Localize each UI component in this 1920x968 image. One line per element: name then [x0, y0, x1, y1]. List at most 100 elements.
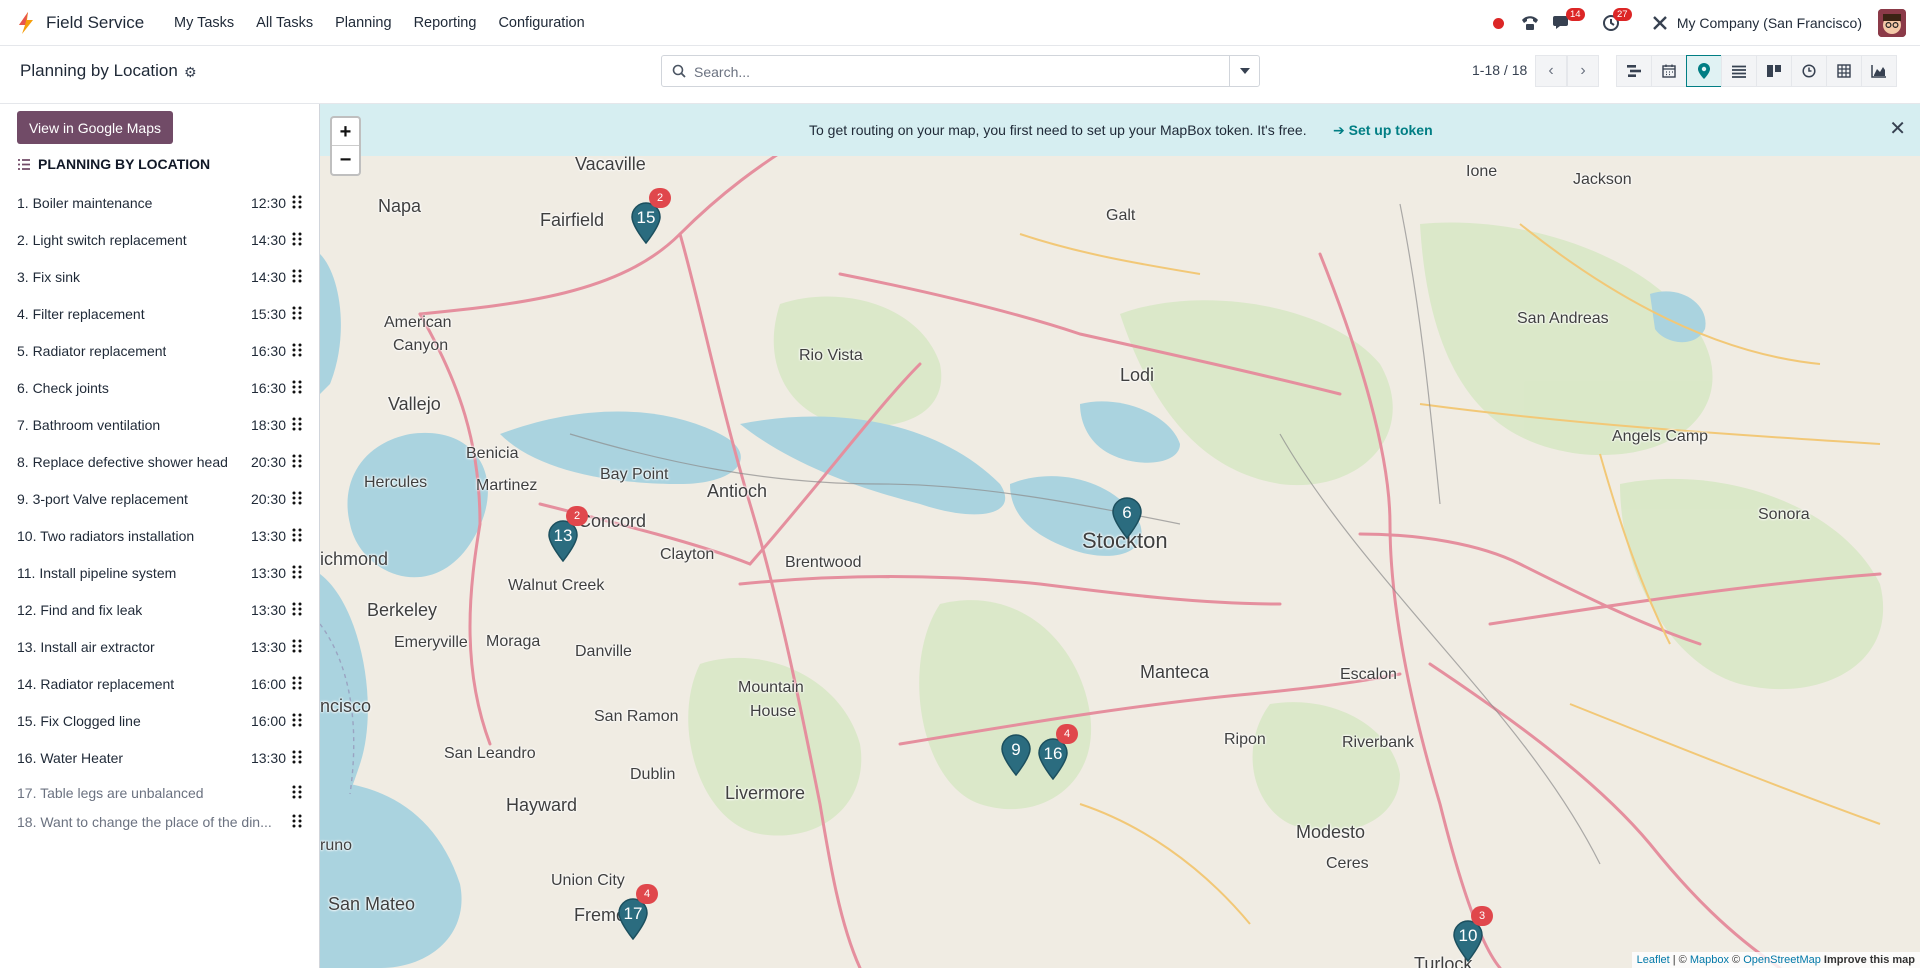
leaflet-link[interactable]: Leaflet — [1637, 954, 1670, 966]
set-up-token-link[interactable]: ➔ Set up token — [1333, 122, 1433, 139]
search-input[interactable] — [694, 62, 1234, 82]
record-item[interactable]: 7. Bathroom ventilation 18:30 — [0, 407, 320, 444]
drag-handle[interactable] — [292, 380, 302, 397]
view-in-google-maps-button[interactable]: View in Google Maps — [17, 111, 173, 144]
drag-handle[interactable] — [292, 565, 302, 582]
record-item[interactable]: 9. 3-port Valve replacement 20:30 — [0, 481, 320, 518]
gear-icon[interactable]: ⚙ — [184, 64, 197, 81]
pager-value[interactable]: 1-18 / 18 — [1472, 62, 1527, 78]
record-item[interactable]: 13. Install air extractor 13:30 — [0, 629, 320, 666]
map-marker[interactable]: 6 — [1112, 497, 1142, 540]
map-label: House — [750, 703, 797, 720]
map-label: Bay Point — [600, 466, 669, 483]
map-marker[interactable]: 13 2 — [548, 506, 588, 563]
record-item[interactable]: 10. Two radiators installation 13:30 — [0, 518, 320, 555]
record-item[interactable]: 6. Check joints 16:30 — [0, 370, 320, 407]
zoom-out-button[interactable]: − — [332, 146, 359, 174]
menu-planning[interactable]: Planning — [324, 0, 402, 46]
company-switcher[interactable]: My Company (San Francisco) — [1677, 15, 1862, 31]
drag-handle-icon — [292, 676, 302, 690]
marker-number: 15 — [636, 208, 656, 227]
view-graph-button[interactable] — [1861, 55, 1897, 87]
view-gantt-button[interactable] — [1616, 55, 1652, 87]
record-item[interactable]: 12. Find and fix leak 13:30 — [0, 592, 320, 629]
phone-icon[interactable] — [1520, 14, 1540, 32]
unscheduled-record-item[interactable]: 17. Table legs are unbalanced — [0, 777, 320, 806]
zoom-in-button[interactable]: + — [332, 118, 359, 146]
user-avatar[interactable] — [1878, 9, 1906, 37]
drag-handle[interactable] — [292, 750, 302, 767]
drag-handle[interactable] — [292, 343, 302, 360]
drag-handle[interactable] — [292, 713, 302, 730]
record-item[interactable]: 8. Replace defective shower head 20:30 — [0, 444, 320, 481]
view-calendar-button[interactable] — [1651, 55, 1687, 87]
record-item[interactable]: 1. Boiler maintenance 12:30 — [0, 185, 320, 222]
map-label: Napa — [378, 196, 422, 216]
drag-handle[interactable] — [292, 676, 302, 693]
record-label: 11. Install pipeline system — [17, 565, 177, 581]
drag-handle[interactable] — [292, 602, 302, 619]
record-item[interactable]: 14. Radiator replacement 16:00 — [0, 666, 320, 703]
records-list: 1. Boiler maintenance 12:30 2. Light switc… — [0, 185, 320, 835]
drag-handle[interactable] — [292, 528, 302, 545]
record-label: 17. Table legs are unbalanced — [17, 785, 204, 801]
drag-handle[interactable] — [292, 195, 302, 212]
record-item[interactable]: 11. Install pipeline system 13:30 — [0, 555, 320, 592]
menu-reporting[interactable]: Reporting — [403, 0, 488, 46]
app-logo-icon[interactable] — [16, 12, 36, 34]
drag-handle-icon — [292, 750, 302, 764]
view-activity-button[interactable] — [1791, 55, 1827, 87]
drag-handle[interactable] — [292, 269, 302, 286]
page-title[interactable]: Planning by Location — [20, 61, 178, 81]
record-item[interactable]: 2. Light switch replacement 14:30 — [0, 222, 320, 259]
drag-handle[interactable] — [292, 454, 302, 471]
drag-handle[interactable] — [292, 491, 302, 508]
menu-my-tasks[interactable]: My Tasks — [163, 0, 245, 46]
record-item[interactable]: 5. Radiator replacement 16:30 — [0, 333, 320, 370]
record-label: 13. Install air extractor — [17, 639, 155, 655]
record-item[interactable]: 3. Fix sink 14:30 — [0, 259, 320, 296]
recording-indicator-icon[interactable] — [1493, 18, 1504, 29]
drag-handle[interactable] — [292, 785, 302, 802]
view-pivot-button[interactable] — [1826, 55, 1862, 87]
drag-handle-icon — [292, 528, 302, 542]
app-name[interactable]: Field Service — [46, 13, 144, 33]
mapbox-link[interactable]: Mapbox — [1690, 954, 1729, 966]
record-item[interactable]: 16. Water Heater 13:30 — [0, 740, 320, 777]
openstreetmap-link[interactable]: OpenStreetMap — [1743, 954, 1821, 966]
drag-handle[interactable] — [292, 417, 302, 434]
record-time: 13:30 — [250, 639, 286, 655]
user-avatar-icon — [1878, 9, 1906, 37]
map-marker[interactable]: 15 2 — [631, 188, 671, 245]
pager-previous-button[interactable]: ‹ — [1535, 55, 1567, 87]
map-marker[interactable]: 16 4 — [1038, 724, 1078, 781]
drag-handle[interactable] — [292, 814, 302, 831]
messages-button[interactable]: 14 — [1552, 8, 1585, 35]
record-item[interactable]: 15. Fix Clogged line 16:00 — [0, 703, 320, 740]
activities-button[interactable]: 27 — [1602, 8, 1632, 35]
view-map-button[interactable] — [1686, 55, 1722, 87]
record-item[interactable]: 4. Filter replacement 15:30 — [0, 296, 320, 333]
view-list-button[interactable] — [1721, 55, 1757, 87]
drag-handle-icon — [292, 565, 302, 579]
map-label: Hercules — [364, 474, 428, 491]
drag-handle[interactable] — [292, 232, 302, 249]
marker-number: 9 — [1011, 740, 1021, 759]
pager-next-button[interactable]: › — [1567, 55, 1599, 87]
map-label: Mountain — [738, 679, 804, 696]
search-options-toggle[interactable] — [1229, 56, 1259, 86]
map-marker[interactable]: 10 3 — [1453, 906, 1493, 963]
debug-tools-icon[interactable] — [1652, 15, 1668, 31]
menu-configuration[interactable]: Configuration — [487, 0, 595, 46]
drag-handle[interactable] — [292, 639, 302, 656]
close-icon[interactable]: ✕ — [1889, 119, 1906, 139]
improve-map-link[interactable]: Improve this map — [1824, 954, 1915, 966]
map-marker[interactable]: 17 4 — [618, 884, 658, 941]
map-marker[interactable]: 9 — [1001, 734, 1031, 777]
map-label: ichmond — [320, 549, 389, 569]
unscheduled-record-item[interactable]: 18. Want to change the place of the din.… — [0, 806, 320, 835]
map-view[interactable]: Vacaville Napa Fairfield Galt Ione Jacks… — [320, 104, 1920, 968]
drag-handle[interactable] — [292, 306, 302, 323]
menu-all-tasks[interactable]: All Tasks — [245, 0, 324, 46]
view-kanban-button[interactable] — [1756, 55, 1792, 87]
